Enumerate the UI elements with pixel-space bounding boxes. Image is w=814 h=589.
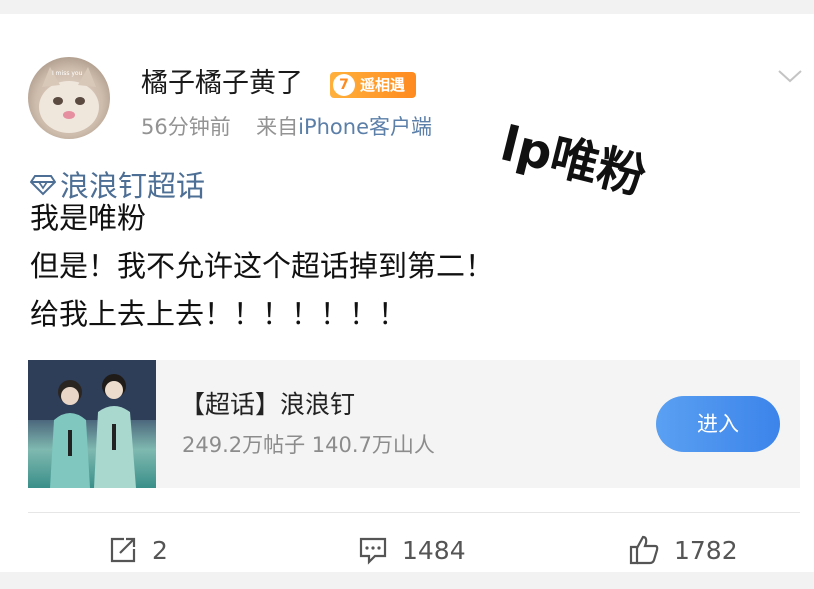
chevron-down-icon[interactable] (776, 66, 804, 86)
badge-level: 7 (333, 74, 355, 96)
avatar[interactable]: I miss you (28, 57, 110, 139)
thumbs-up-icon (629, 535, 659, 565)
enter-button[interactable]: 进入 (656, 396, 780, 452)
topic-title: 【超话】浪浪钉 (180, 390, 356, 419)
svg-text:I miss you: I miss you (52, 70, 83, 77)
repost-icon (110, 537, 136, 563)
topic-stats: 249.2万帖子 140.7万山人 (182, 433, 435, 457)
post-text-line: 但是！我不允许这个超话掉到第二！ (30, 249, 495, 283)
topic-thumbnail-image (28, 360, 156, 488)
fan-badge[interactable]: 7 遥相遇 (330, 72, 416, 98)
post-text-line: 我是唯粉 (30, 201, 147, 235)
like-button[interactable]: 1782 (628, 530, 738, 570)
repost-count: 2 (152, 535, 168, 565)
post-text-line: 给我上去上去！！！！！！！ (30, 297, 408, 331)
cat-avatar-icon: I miss you (39, 67, 99, 133)
comment-icon (359, 537, 387, 565)
post-meta: 56分钟前 来自iPhone客户端 (141, 112, 432, 142)
source-prefix: 来自 (256, 115, 299, 139)
repost-button[interactable]: 2 (108, 530, 168, 570)
topic-card[interactable]: 【超话】浪浪钉 249.2万帖子 140.7万山人 进入 (28, 360, 800, 488)
post-time: 56分钟前 (141, 115, 231, 139)
post-source[interactable]: iPhone客户端 (298, 115, 432, 139)
comment-button[interactable]: 1484 (358, 530, 466, 570)
like-count: 1782 (674, 535, 738, 565)
comment-count: 1484 (402, 535, 466, 565)
badge-label: 遥相遇 (360, 76, 406, 94)
diamond-icon (29, 175, 57, 196)
post-card: I miss you 橘子橘子黄了 7 遥相遇 56分钟前 来自iPhone客户… (0, 14, 814, 572)
divider (28, 512, 800, 513)
sticker-overlay: lp唯粉 (495, 116, 651, 206)
topic-thumbnail (28, 360, 156, 488)
overlay-text: lp唯粉 (495, 116, 651, 206)
username[interactable]: 橘子橘子黄了 (141, 66, 303, 102)
